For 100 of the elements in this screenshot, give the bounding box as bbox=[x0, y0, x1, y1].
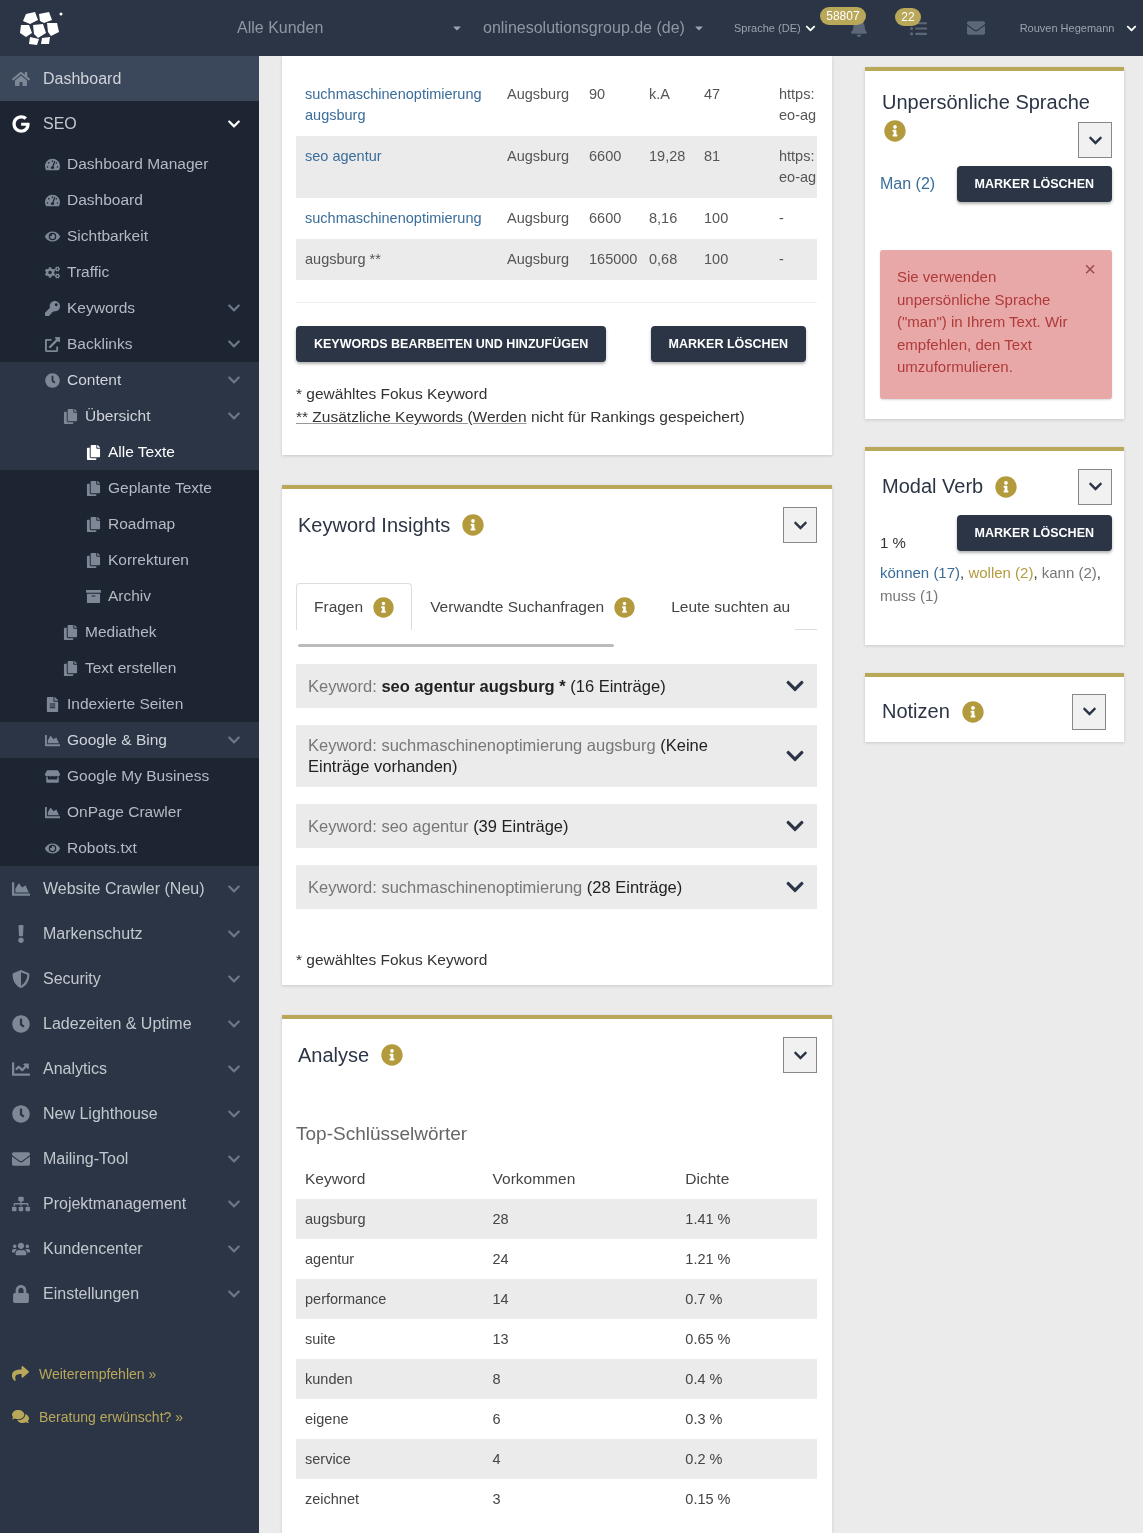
clear-markers-button[interactable]: MARKER LÖSCHEN bbox=[956, 166, 1112, 202]
area-chart-icon bbox=[45, 804, 60, 820]
copy-icon bbox=[86, 480, 101, 496]
info-icon bbox=[373, 596, 395, 618]
collapse-button[interactable] bbox=[783, 507, 817, 543]
card-title: Notizen bbox=[882, 700, 950, 723]
table-cell: Augsburg bbox=[498, 198, 580, 239]
card-title: Modal Verb bbox=[882, 475, 984, 498]
collapse-button[interactable] bbox=[783, 1037, 817, 1073]
footer-link[interactable]: Weiterempfehlen » bbox=[0, 1352, 259, 1395]
info-icon[interactable] bbox=[884, 120, 906, 142]
customer-select[interactable]: Alle Kunden bbox=[237, 19, 463, 37]
domain-select[interactable]: onlinesolutionsgroup.de (de) bbox=[483, 19, 705, 37]
keyword-accordion[interactable]: Keyword: seo agentur augsburg * (16 Einträge) bbox=[296, 664, 817, 708]
gauge-icon bbox=[45, 156, 60, 172]
footer-link[interactable]: Beratung erwünscht? » bbox=[0, 1395, 259, 1438]
table-cell: suite bbox=[296, 1319, 484, 1359]
scrollbar[interactable] bbox=[298, 644, 614, 647]
copy-icon bbox=[86, 552, 101, 568]
tab[interactable]: Fragen bbox=[296, 583, 413, 630]
logo[interactable] bbox=[18, 10, 64, 46]
sitemap-icon bbox=[12, 1194, 30, 1213]
envelope-icon bbox=[12, 1149, 30, 1168]
finding-link[interactable]: Man (2) bbox=[880, 175, 936, 193]
table-cell: 13 bbox=[483, 1319, 677, 1359]
percentage: 1 % bbox=[880, 533, 906, 551]
table-cell: Augsburg bbox=[498, 74, 580, 136]
collapse-button[interactable] bbox=[1072, 693, 1106, 730]
card-title: Keyword Insights bbox=[298, 513, 451, 537]
table-cell: 100 bbox=[695, 239, 770, 280]
table-cell: agentur bbox=[296, 1239, 484, 1279]
clear-markers-button[interactable]: MARKER LÖSCHEN bbox=[956, 514, 1112, 551]
table-cell: 6600 bbox=[580, 136, 640, 198]
table-cell: 165000 bbox=[580, 239, 640, 280]
card-title: Unpersönliche Sprache bbox=[882, 91, 1090, 114]
table-cell: 100 bbox=[695, 198, 770, 239]
clock-icon bbox=[12, 1104, 30, 1123]
keyword-accordion[interactable]: Keyword: suchmaschinenoptimierung (28 Einträge) bbox=[296, 865, 817, 909]
table-cell: https: eo-ag bbox=[770, 74, 817, 136]
info-icon[interactable] bbox=[995, 475, 1018, 498]
column-header: Keyword bbox=[296, 1159, 484, 1199]
column-header: Vorkommen bbox=[483, 1159, 677, 1199]
edit-keywords-button[interactable]: KEYWORDS BEARBEITEN UND HINZUFÜGEN bbox=[296, 326, 607, 362]
table-cell: 81 bbox=[695, 136, 770, 198]
footnote: * gewähltes Fokus Keyword bbox=[296, 950, 489, 970]
share-icon bbox=[12, 1365, 29, 1382]
table-cell: 47 bbox=[695, 74, 770, 136]
keyword-accordion[interactable]: Keyword: suchmaschinenoptimierung augsburg (Keine Einträge vorhanden) bbox=[296, 725, 817, 787]
section-title: Top-Schlüsselwörter bbox=[296, 1123, 469, 1145]
footnote: * gewähltes Fokus Keyword bbox=[296, 384, 489, 404]
table-cell: 0.65 % bbox=[676, 1319, 817, 1359]
table-cell: 8 bbox=[483, 1359, 677, 1399]
table-cell: eigene bbox=[296, 1399, 484, 1439]
table-cell: 4 bbox=[483, 1439, 677, 1479]
table-cell: https: eo-ag bbox=[770, 136, 817, 198]
sidebar-item[interactable]: Alle Texte bbox=[0, 434, 259, 470]
table-cell: 0.7 % bbox=[676, 1279, 817, 1319]
table-cell: - bbox=[770, 239, 817, 280]
line-chart-icon bbox=[12, 1059, 30, 1078]
copy-icon bbox=[63, 408, 78, 424]
table-cell: 28 bbox=[483, 1199, 677, 1239]
info-icon[interactable] bbox=[462, 514, 485, 536]
table-cell: augsburg bbox=[296, 1199, 484, 1239]
user-menu[interactable]: Rouven Hegemann bbox=[1019, 22, 1138, 34]
table-cell: 0.2 % bbox=[676, 1439, 817, 1479]
clock-icon bbox=[12, 1014, 30, 1033]
collapse-button[interactable] bbox=[1078, 122, 1112, 158]
table-cell: 0.15 % bbox=[676, 1479, 817, 1519]
lock-icon bbox=[12, 1284, 30, 1303]
collapse-button[interactable] bbox=[1078, 468, 1112, 505]
archive-icon bbox=[86, 588, 101, 604]
keyword-link[interactable]: seo agentur bbox=[296, 136, 498, 198]
sidebar-item[interactable]: SEO bbox=[0, 101, 259, 146]
home-icon bbox=[12, 69, 30, 88]
external-link-icon bbox=[45, 336, 60, 352]
sidebar-item[interactable]: Dashboard bbox=[0, 56, 259, 101]
info-icon[interactable] bbox=[961, 700, 984, 723]
sidebar-item[interactable]: Google & Bing bbox=[0, 722, 259, 758]
table-cell: 0.4 % bbox=[676, 1359, 817, 1399]
copy-icon bbox=[63, 624, 78, 640]
list-icon[interactable] bbox=[909, 19, 927, 37]
info-icon bbox=[614, 596, 636, 618]
table-cell: Augsburg bbox=[498, 136, 580, 198]
table-cell: k.A bbox=[640, 74, 695, 136]
table-cell: 3 bbox=[483, 1479, 677, 1519]
table-cell: 0,68 bbox=[640, 239, 695, 280]
sidebar-item[interactable]: Übersicht bbox=[0, 398, 259, 434]
clear-markers-button[interactable]: MARKER LÖSCHEN bbox=[650, 326, 806, 362]
keyword-accordion[interactable]: Keyword: seo agentur (39 Einträge) bbox=[296, 804, 817, 848]
info-icon[interactable] bbox=[381, 1044, 404, 1066]
shield-icon bbox=[12, 969, 30, 988]
sidebar-item[interactable]: Content bbox=[0, 362, 259, 398]
area-chart-icon bbox=[12, 879, 30, 898]
table-cell: 1.41 % bbox=[676, 1199, 817, 1239]
table-cell: 14 bbox=[483, 1279, 677, 1319]
table-cell: 6 bbox=[483, 1399, 677, 1439]
footnote: ** Zusätzliche Keywords (Werden nicht für Rankings gespeichert) bbox=[296, 407, 746, 427]
keyword-link[interactable]: suchmaschinenoptimierung augsburg bbox=[296, 74, 498, 136]
table-cell: 0.3 % bbox=[676, 1399, 817, 1439]
language-select[interactable]: Sprache (DE) bbox=[734, 22, 816, 34]
